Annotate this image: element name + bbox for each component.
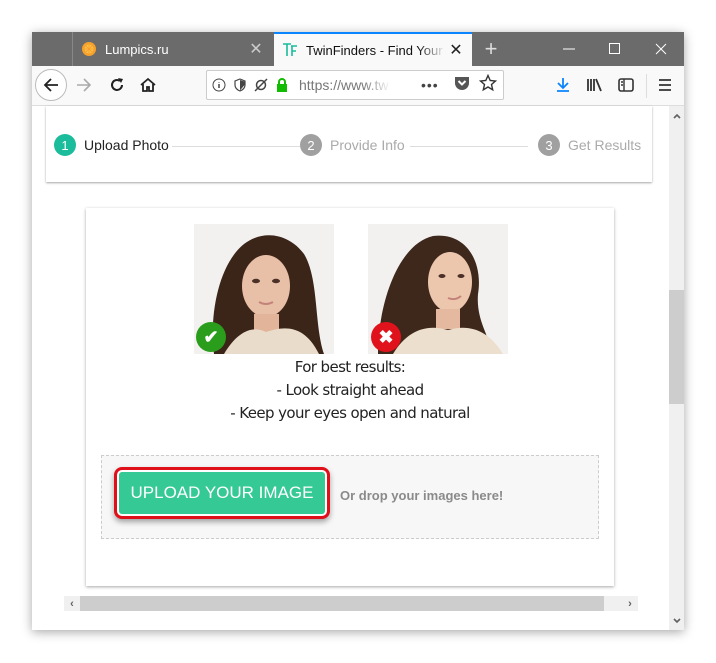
sidebar-icon (618, 78, 634, 92)
step-connector (172, 146, 300, 147)
horizontal-scroll-thumb[interactable] (80, 596, 604, 611)
tab-bar: Lumpics.ru ✕ TwinFinders - Find Your Tw … (32, 32, 684, 66)
sidebar-button[interactable] (611, 70, 641, 100)
close-tab-icon[interactable]: ✕ (246, 39, 266, 59)
toolbar-separator (646, 74, 647, 98)
tab-title: TwinFinders - Find Your Tw (306, 42, 446, 58)
tips-text: For best results: - Look straight ahead … (86, 356, 614, 425)
tip-item: - Keep your eyes open and natural (230, 404, 470, 422)
tips-heading: For best results: (294, 358, 406, 376)
orange-icon (81, 41, 97, 57)
step-label: Get Results (568, 137, 642, 153)
tip-item: - Look straight ahead (276, 381, 424, 399)
drop-zone[interactable]: UPLOAD YOUR IMAGE Or drop your images he… (101, 455, 599, 539)
upload-image-button[interactable]: UPLOAD YOUR IMAGE (114, 467, 330, 519)
maximize-icon (609, 43, 620, 54)
reload-icon (111, 78, 123, 91)
reload-button[interactable] (102, 70, 132, 100)
tab-title: Lumpics.ru (105, 41, 169, 57)
scroll-left-icon[interactable]: ‹ (64, 596, 80, 611)
tab-twinfinders[interactable]: TwinFinders - Find Your Tw ✕ (274, 32, 472, 66)
menu-icon (659, 79, 671, 91)
page-actions-button[interactable]: ••• (421, 77, 447, 93)
step-number: 3 (538, 134, 560, 156)
drop-hint: Or drop your images here! (340, 488, 504, 503)
tracking-off-icon[interactable] (252, 76, 270, 94)
tf-logo-icon (282, 42, 298, 58)
minimize-icon (563, 48, 575, 50)
close-tab-icon[interactable]: ✕ (446, 40, 466, 60)
check-badge-icon: ✔ (196, 322, 226, 352)
page-viewport: 1 Upload Photo 2 Provide Info 3 Get Resu… (32, 106, 684, 630)
step-number: 1 (54, 134, 76, 156)
x-badge-icon: ✖ (371, 322, 401, 352)
step-upload-photo: 1 Upload Photo (54, 134, 169, 156)
step-label: Upload Photo (84, 137, 169, 153)
step-connector (410, 146, 528, 147)
back-button[interactable] (35, 69, 67, 101)
lock-icon[interactable] (273, 76, 291, 94)
download-icon (557, 78, 569, 92)
library-icon (587, 78, 602, 92)
upload-card: ✔ ✖ For best results: - Look straight ah… (86, 208, 614, 586)
info-icon[interactable] (210, 76, 228, 94)
upload-button-label: UPLOAD YOUR IMAGE (119, 472, 325, 514)
close-window-button[interactable] (638, 32, 684, 66)
arrow-right-icon (77, 78, 92, 92)
vertical-scrollbar[interactable] (669, 106, 684, 630)
bookmark-star-icon[interactable] (478, 73, 498, 97)
home-icon (140, 77, 156, 92)
browser-window: Lumpics.ru ✕ TwinFinders - Find Your Tw … (32, 32, 684, 630)
maximize-button[interactable] (592, 32, 638, 66)
step-number: 2 (300, 134, 322, 156)
scroll-up-icon[interactable] (669, 108, 684, 123)
downloads-button[interactable] (548, 70, 578, 100)
url-text[interactable]: https://www.tw (299, 77, 391, 93)
progress-stepper: 1 Upload Photo 2 Provide Info 3 Get Resu… (46, 106, 652, 182)
navigation-toolbar: https://www.tw ••• (32, 66, 684, 106)
step-label: Provide Info (330, 137, 405, 153)
arrow-left-icon (43, 78, 58, 92)
correct-example-photo: ✔ (194, 224, 334, 354)
close-icon (655, 43, 667, 55)
tab-lumpics[interactable]: Lumpics.ru ✕ (73, 32, 272, 66)
new-tab-button[interactable]: + (480, 32, 502, 66)
step-get-results: 3 Get Results (538, 134, 641, 156)
pocket-icon[interactable] (453, 75, 471, 96)
menu-button[interactable] (650, 70, 680, 100)
library-button[interactable] (580, 70, 610, 100)
step-provide-info: 2 Provide Info (300, 134, 405, 156)
address-bar[interactable]: https://www.tw ••• (206, 70, 504, 100)
shield-icon[interactable] (231, 76, 249, 94)
scroll-right-icon[interactable]: › (622, 596, 638, 611)
home-button[interactable] (133, 70, 163, 100)
minimize-button[interactable] (546, 32, 592, 66)
incorrect-example-photo: ✖ (368, 224, 508, 354)
horizontal-scrollbar[interactable]: ‹ › (64, 596, 638, 611)
vertical-scroll-thumb[interactable] (669, 290, 684, 404)
scroll-down-icon[interactable] (669, 613, 684, 628)
forward-button[interactable] (69, 70, 99, 100)
